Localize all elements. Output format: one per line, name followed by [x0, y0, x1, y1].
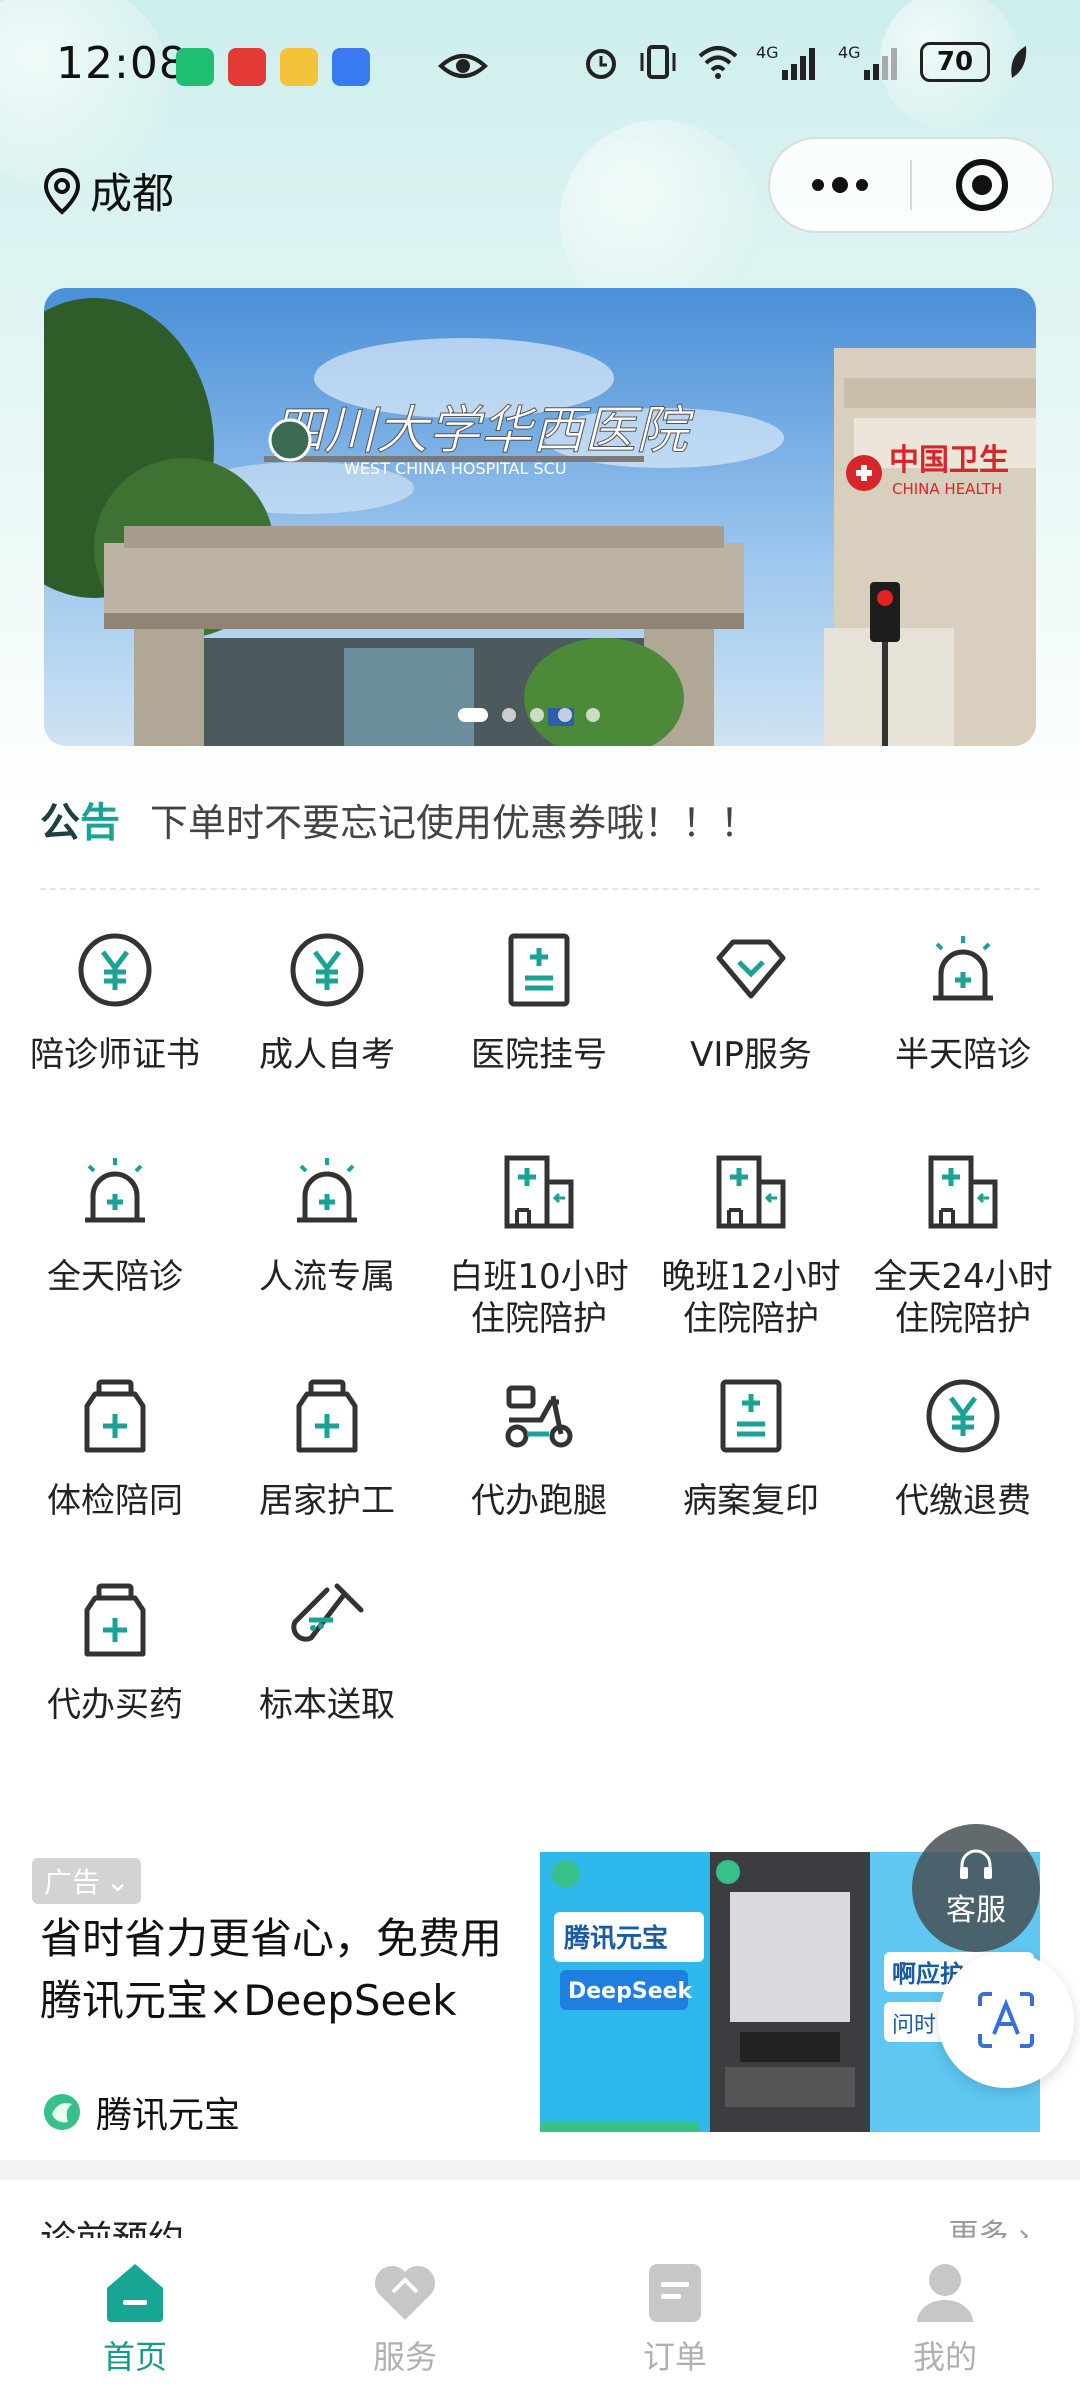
service-item[interactable]: 代缴退费: [857, 1366, 1069, 1522]
banner-dot[interactable]: [530, 708, 544, 722]
svg-text:四川大学华西医院: 四川大学华西医院: [272, 401, 695, 461]
medicine-bottle-icon: [65, 1570, 165, 1670]
headset-icon: [960, 1849, 992, 1879]
hospital-building-icon: [701, 1142, 801, 1242]
medicine-bottle-icon: [65, 1366, 165, 1466]
hourglass-icon: [176, 48, 214, 86]
target-circle-icon: [956, 159, 1008, 211]
announcement-tag: 公告: [40, 800, 120, 846]
alarm-icon: [586, 49, 616, 79]
service-item[interactable]: 陪诊师证书: [9, 920, 221, 1076]
text-recognition-icon: [978, 1992, 1034, 2048]
svg-text:DeepSeek: DeepSeek: [568, 1979, 694, 2004]
medical-alarm-icon: [65, 1142, 165, 1242]
weibo-icon: [280, 48, 318, 86]
wifi-icon: [698, 46, 738, 79]
huawei-app-icon: [228, 48, 266, 86]
bottom-tab-bar: 首页 服务 订单 我的: [0, 2244, 1080, 2388]
banner-image: 四川大学华西医院 WEST CHINA HOSPITAL SCU 中国卫生 CH…: [44, 288, 1036, 746]
status-time: 12:08: [56, 38, 188, 89]
service-item[interactable]: 全天24小时 住院陪护: [857, 1142, 1069, 1340]
hospital-building-icon: [913, 1142, 1013, 1242]
home-icon: [107, 2264, 163, 2322]
medical-record-icon: [489, 920, 589, 1020]
mini-program-capsule: [768, 137, 1054, 233]
tab-profile[interactable]: 我的: [810, 2244, 1080, 2388]
service-item[interactable]: VIP服务: [645, 920, 857, 1076]
tab-home[interactable]: 首页: [0, 2244, 270, 2388]
next-section-more-link[interactable]: 更多 ›: [948, 2210, 1030, 2238]
medical-record-icon: [701, 1366, 801, 1466]
hospital-banner[interactable]: 四川大学华西医院 WEST CHINA HOSPITAL SCU 中国卫生 CH…: [44, 288, 1036, 746]
service-item[interactable]: 代办跑腿: [433, 1366, 645, 1522]
service-item[interactable]: 成人自考: [221, 920, 433, 1076]
heart-icon: [374, 2265, 436, 2320]
service-item[interactable]: 标本送取: [221, 1570, 433, 1726]
service-item[interactable]: 体检陪同: [9, 1366, 221, 1522]
yuan-coin-icon: [913, 1366, 1013, 1466]
svg-text:CHINA HEALTH: CHINA HEALTH: [892, 480, 1002, 498]
tab-services[interactable]: 服务: [270, 2244, 540, 2388]
test-tube-icon: [277, 1570, 377, 1670]
service-item[interactable]: 晚班12小时 住院陪护: [645, 1142, 857, 1340]
customer-service-button[interactable]: 客服: [912, 1824, 1040, 1952]
service-item[interactable]: 代办买药: [9, 1570, 221, 1726]
status-bar: 12:08 4G 4G 70: [0, 0, 1080, 130]
service-item[interactable]: 全天陪诊: [9, 1142, 221, 1298]
service-item[interactable]: 医院挂号: [433, 920, 645, 1076]
battery-icon: 70: [920, 42, 990, 82]
eye-icon: [438, 54, 488, 78]
announcement-text: 下单时不要忘记使用优惠券哦！！！: [150, 800, 759, 845]
4g-signal-icon: 4G: [838, 43, 897, 80]
order-icon: [649, 2264, 701, 2322]
scooter-icon: [489, 1366, 589, 1466]
chevron-down-icon: ⌄: [106, 1864, 130, 1898]
banner-dot[interactable]: [502, 708, 516, 722]
more-dots-icon: [812, 177, 868, 193]
service-item[interactable]: 病案复印: [645, 1366, 857, 1522]
service-item[interactable]: 人流专属: [221, 1142, 433, 1298]
yuan-coin-icon: [277, 920, 377, 1020]
yuan-coin-icon: [65, 920, 165, 1020]
service-item[interactable]: 居家护工: [221, 1366, 433, 1522]
medicine-bottle-icon: [277, 1366, 377, 1466]
service-item[interactable]: 半天陪诊: [857, 920, 1069, 1076]
security-app-icon: [332, 48, 370, 86]
medical-alarm-icon: [913, 920, 1013, 1020]
location-pin-icon: [43, 167, 81, 215]
svg-text:中国卫生: 中国卫生: [889, 443, 1009, 478]
announcement-bar[interactable]: 公告 下单时不要忘记使用优惠券哦！！！: [40, 790, 758, 848]
diamond-icon: [701, 920, 801, 1020]
charging-leaf-icon: [1011, 46, 1027, 78]
banner-dot[interactable]: [586, 708, 600, 722]
city-name: 成都: [90, 169, 175, 218]
vibrate-icon: [640, 45, 676, 79]
hospital-building-icon: [489, 1142, 589, 1242]
tab-orders[interactable]: 订单: [540, 2244, 810, 2388]
section-separator: [0, 2160, 1080, 2180]
service-item[interactable]: 白班10小时 住院陪护: [433, 1142, 645, 1340]
ad-tag[interactable]: 广告 ⌄: [32, 1858, 142, 1904]
ad-brand[interactable]: 腾讯元宝: [42, 2086, 240, 2138]
ad-title[interactable]: 省时省力更省心，免费用腾讯元宝×DeepSeek: [40, 1908, 510, 2032]
medical-alarm-icon: [277, 1142, 377, 1242]
close-program-button[interactable]: [912, 139, 1052, 231]
svg-text:WEST CHINA HOSPITAL SCU: WEST CHINA HOSPITAL SCU: [344, 459, 567, 478]
more-button[interactable]: [770, 139, 910, 231]
banner-dot-active[interactable]: [458, 708, 488, 722]
user-icon: [917, 2264, 973, 2322]
section-divider: [40, 888, 1040, 890]
svg-text:腾讯元宝: 腾讯元宝: [564, 1923, 668, 1954]
4g-signal-icon: 4G: [756, 43, 815, 80]
banner-dot[interactable]: [558, 708, 572, 722]
status-right-group: 4G 4G 70: [582, 42, 1030, 82]
banner-indicator: [458, 708, 600, 722]
city-selector[interactable]: 成都: [40, 160, 174, 221]
text-recognition-button[interactable]: [938, 1952, 1074, 2088]
svg-text:4G: 4G: [756, 43, 779, 62]
next-section-title: 诊前预约: [40, 2210, 184, 2238]
tencent-yuanbao-logo-icon: [44, 2094, 80, 2130]
svg-text:问时: 问时: [892, 2013, 936, 2038]
svg-text:4G: 4G: [838, 43, 861, 62]
